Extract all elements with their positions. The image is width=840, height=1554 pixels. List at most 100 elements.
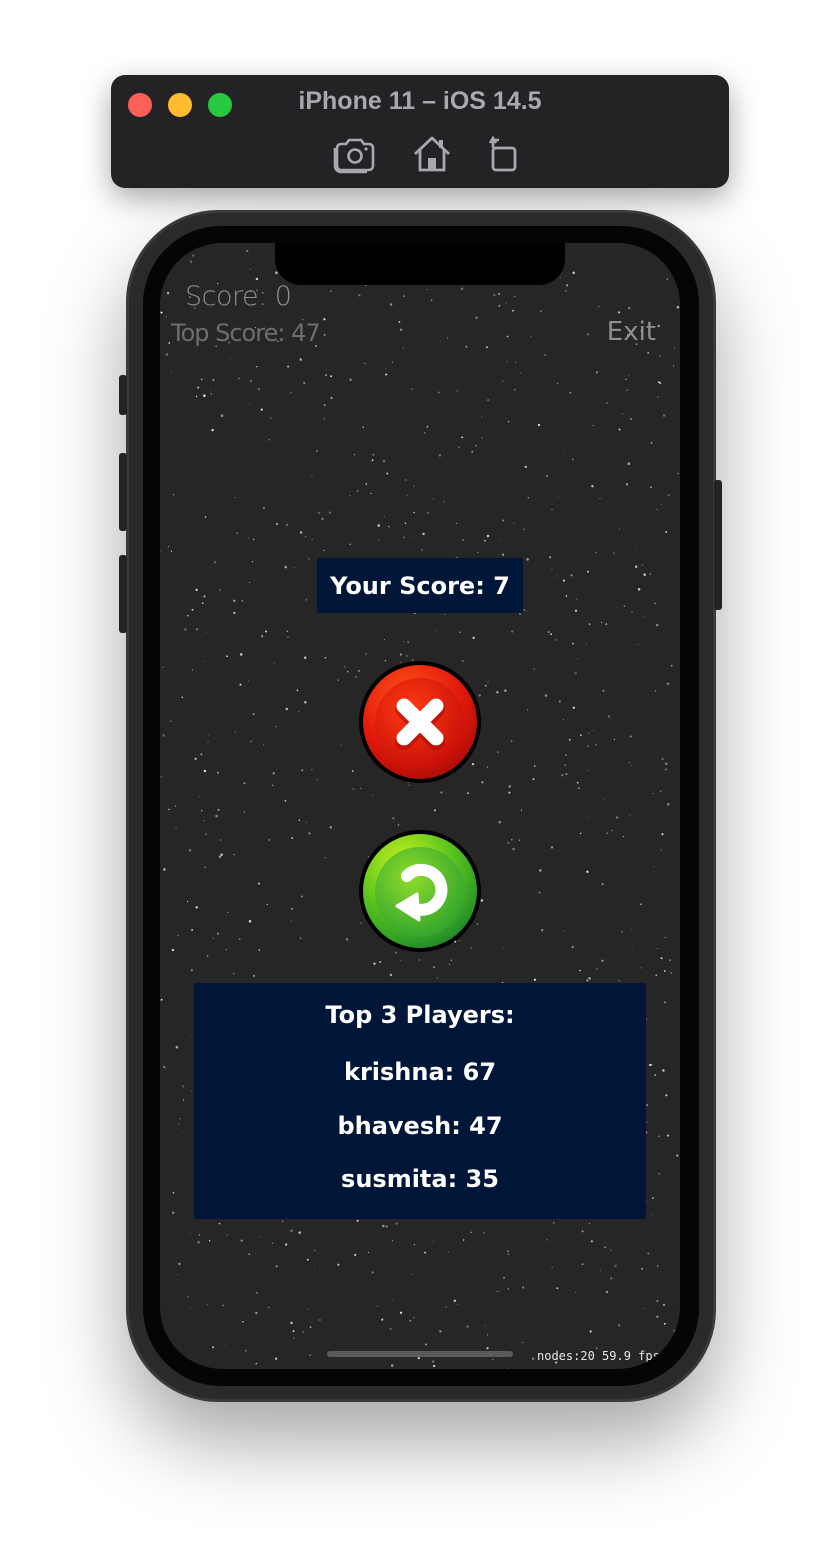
star — [426, 511, 430, 514]
star — [432, 1241, 434, 1243]
star — [313, 1249, 316, 1252]
star — [564, 289, 567, 292]
star — [554, 638, 557, 641]
star — [579, 734, 582, 737]
star — [309, 1354, 312, 1357]
star — [472, 636, 475, 640]
star — [413, 511, 415, 514]
star — [588, 977, 591, 980]
star — [601, 883, 604, 886]
star — [404, 478, 407, 481]
leaderboard-title: Top 3 Players: — [325, 1001, 515, 1029]
score-label: Score: 0 — [185, 281, 292, 312]
star — [323, 404, 326, 407]
star — [487, 681, 489, 683]
star — [575, 1291, 577, 1293]
exit-button[interactable]: Exit — [607, 317, 656, 347]
star — [179, 1118, 181, 1120]
star — [212, 937, 215, 939]
star — [372, 794, 374, 797]
rotate-button[interactable] — [486, 134, 522, 174]
star — [298, 819, 301, 821]
star — [189, 1232, 191, 1234]
star — [203, 769, 207, 773]
star — [329, 826, 332, 829]
star — [595, 551, 597, 553]
star — [511, 838, 513, 841]
star — [589, 1222, 591, 1225]
star — [538, 891, 541, 894]
star — [440, 340, 442, 342]
star — [290, 920, 292, 922]
star — [359, 787, 362, 789]
star — [467, 792, 469, 795]
star — [551, 1266, 554, 1269]
home-button[interactable] — [412, 134, 452, 174]
star — [410, 536, 412, 538]
star — [241, 600, 244, 602]
star — [356, 1219, 359, 1222]
star — [201, 810, 203, 812]
star — [250, 741, 252, 743]
star — [170, 371, 172, 373]
home-indicator[interactable] — [327, 1351, 513, 1357]
star — [195, 588, 198, 592]
star — [576, 658, 579, 660]
close-button[interactable] — [357, 659, 483, 785]
star — [325, 374, 327, 377]
star — [614, 1264, 617, 1268]
star — [260, 634, 264, 638]
star — [662, 1303, 666, 1307]
star — [248, 920, 252, 923]
star — [611, 829, 613, 832]
star — [520, 809, 523, 811]
star — [512, 705, 514, 707]
star — [291, 837, 294, 839]
rotate-icon — [488, 135, 517, 172]
star — [486, 766, 489, 768]
star — [267, 838, 271, 842]
star — [587, 745, 589, 747]
star — [540, 928, 544, 932]
star — [250, 380, 252, 382]
star — [265, 630, 268, 633]
star — [303, 656, 307, 659]
star — [544, 353, 547, 356]
star — [413, 485, 415, 488]
star — [462, 1239, 465, 1241]
star — [165, 316, 167, 318]
leaderboard-entry: susmita: 35 — [341, 1165, 499, 1193]
star — [670, 971, 672, 974]
star — [285, 523, 289, 527]
star — [461, 436, 464, 439]
screenshot-button[interactable] — [332, 134, 376, 174]
star — [399, 653, 402, 656]
star — [299, 531, 303, 534]
star — [661, 757, 664, 761]
camera-icon — [333, 138, 375, 174]
star — [168, 808, 170, 811]
star — [389, 1327, 392, 1330]
star — [248, 1253, 250, 1255]
star — [507, 420, 510, 423]
star — [522, 1342, 524, 1343]
star — [358, 293, 361, 297]
star — [173, 1201, 175, 1203]
star — [630, 928, 632, 930]
star — [425, 1343, 427, 1346]
star — [309, 536, 310, 538]
retry-button[interactable] — [357, 828, 483, 954]
star — [650, 442, 653, 444]
star — [600, 621, 603, 624]
star — [330, 396, 333, 399]
star — [206, 954, 209, 957]
star — [188, 849, 192, 852]
game-screen[interactable]: Score: 0 Top Score: 47 Exit Your Score: … — [160, 243, 680, 1369]
star — [660, 503, 662, 505]
star — [330, 290, 332, 293]
star — [178, 1123, 180, 1125]
star — [190, 1035, 192, 1037]
star — [213, 561, 217, 564]
star — [208, 1239, 211, 1242]
star — [481, 437, 483, 439]
